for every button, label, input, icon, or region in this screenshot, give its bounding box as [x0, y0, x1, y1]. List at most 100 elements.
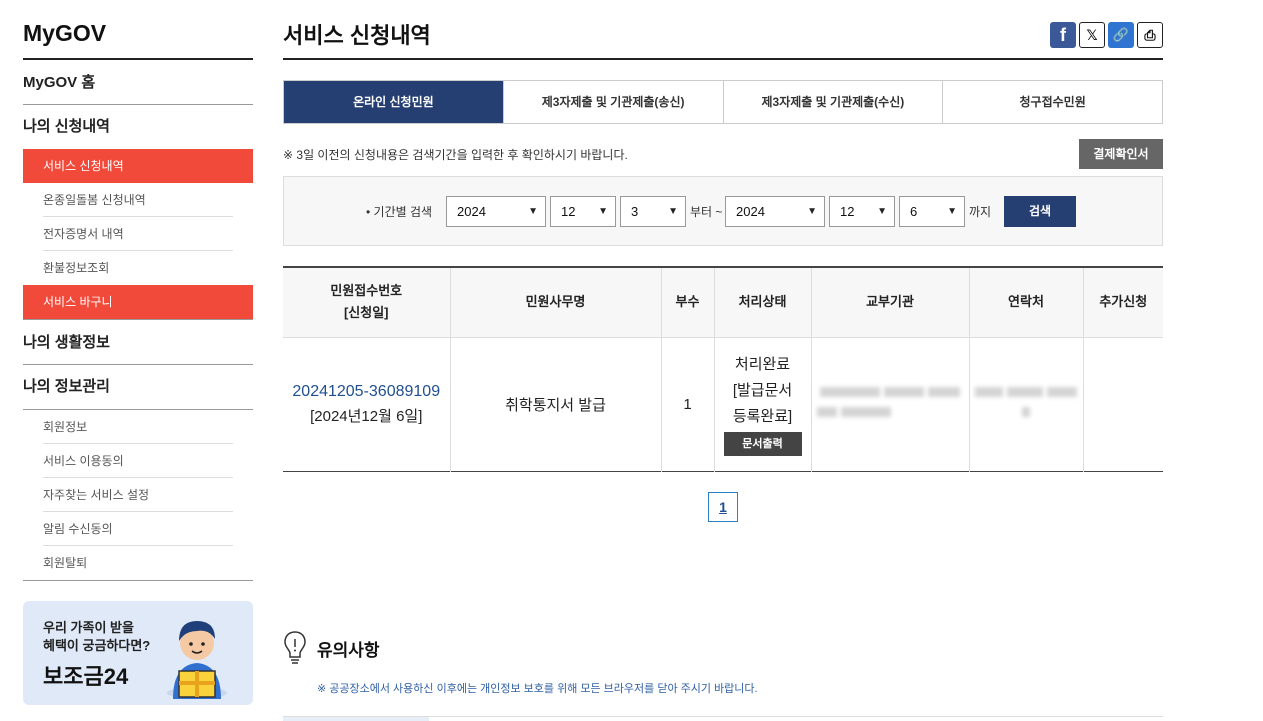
redacted-text [1047, 387, 1077, 397]
tab-third-party-receive[interactable]: 제3자제출 및 기관제출(수신) [722, 81, 943, 123]
cell-extra [1082, 336, 1163, 471]
page-title: 서비스 신청내역 [283, 0, 1163, 60]
tab-online-application[interactable]: 온라인 신청민원 [284, 81, 503, 123]
sidebar-item-e-certificate[interactable]: 전자증명서 내역 [23, 217, 253, 251]
redacted-text [884, 387, 924, 397]
status-line2: [발급문서 [732, 382, 793, 399]
chevron-down-icon: ▼ [598, 206, 608, 217]
main-content: 서비스 신청내역 f 𝕏 🔗 ⎙ 온라인 신청민원 제3자제출 및 기관제출(송… [283, 0, 1163, 721]
redacted-text [975, 387, 1003, 397]
application-table: 민원접수번호 [신청일] 민원사무명 부수 처리상태 교부기관 연락처 추가신청 … [283, 266, 1163, 472]
to-year-select[interactable]: 2024 ▼ [725, 196, 825, 227]
sidebar-apply-group: 서비스 신청내역 온종일돌봄 신청내역 전자증명서 내역 환불정보조회 서비스 … [23, 149, 253, 320]
to-year-value: 2024 [736, 204, 765, 219]
search-button[interactable]: 검색 [1004, 196, 1076, 227]
bottom-section-divider [283, 716, 1163, 721]
sidebar-item-member-info[interactable]: 회원정보 [23, 410, 253, 444]
sidebar-item-service-consent[interactable]: 서비스 이용동의 [23, 444, 253, 478]
sidebar-item-notification-consent[interactable]: 알림 수신동의 [23, 512, 253, 546]
cell-receipt: 20241205-36089109 [2024년12월 6일] [283, 336, 450, 471]
redacted-text [817, 407, 837, 417]
sidebar-item-service-basket[interactable]: 서비스 바구니 [23, 285, 253, 319]
tab-claim-receipt[interactable]: 청구접수민원 [942, 81, 1162, 123]
status-line1: 처리완료 [734, 356, 791, 373]
sidebar-item-care-history[interactable]: 온종일돌봄 신청내역 [23, 183, 253, 217]
cell-agency-redacted [810, 336, 969, 471]
page-number-current[interactable]: 1 [708, 491, 738, 522]
receipt-number-link[interactable]: 20241205-36089109 [283, 383, 450, 401]
payment-confirmation-button[interactable]: 결제확인서 [1079, 139, 1163, 169]
sidebar-section-info[interactable]: 나의 정보관리 [23, 365, 253, 409]
sidebar-item-withdraw[interactable]: 회원탈퇴 [23, 546, 253, 580]
col-name: 민원사무명 [449, 267, 661, 337]
x-share-icon[interactable]: 𝕏 [1079, 22, 1105, 48]
tab-third-party-send[interactable]: 제3자제출 및 기관제출(송신) [502, 81, 723, 123]
caution-title: 유의사항 [317, 640, 380, 660]
to-day-value: 6 [910, 204, 918, 219]
sidebar-item-home[interactable]: MyGOV 홈 [23, 60, 253, 105]
receipt-date: [2024년12월 6일] [310, 407, 423, 425]
to-day-select[interactable]: 6 ▼ [899, 196, 965, 227]
chevron-down-icon: ▼ [668, 206, 678, 217]
from-day-value: 3 [631, 204, 639, 219]
cell-name: 취학통지서 발급 [449, 336, 661, 471]
sidebar-section-apply[interactable]: 나의 신청내역 [23, 105, 253, 149]
caution-heading: 유의사항 [283, 630, 380, 666]
banner-text: 우리 가족이 받을 혜택이 궁금하다면? [43, 619, 150, 655]
to-month-value: 12 [840, 204, 855, 219]
table-header-row: 민원접수번호 [신청일] 민원사무명 부수 처리상태 교부기관 연락처 추가신청 [283, 267, 1163, 337]
cell-status: 처리완료 [발급문서 등록완료] 문서출력 [713, 336, 811, 471]
chevron-down-icon: ▼ [947, 206, 957, 217]
copy-link-icon[interactable]: 🔗 [1108, 22, 1134, 48]
lightbulb-icon [284, 631, 306, 664]
period-search-label-text: 기간별 검색 [373, 205, 433, 219]
banner-line1: 우리 가족이 받을 [43, 620, 134, 635]
bottom-tab-stub [283, 717, 429, 721]
status-text: 처리완료 [발급문서 등록완료] [715, 352, 811, 430]
period-search-label: • 기간별 검색 [366, 205, 433, 219]
print-icon[interactable]: ⎙ [1137, 22, 1163, 48]
col-agency: 교부기관 [810, 267, 969, 337]
cell-copies: 1 [660, 336, 714, 471]
sidebar-item-service-history[interactable]: 서비스 신청내역 [23, 149, 253, 183]
from-text: 부터 ~ [690, 205, 723, 219]
notice-row: ※ 3일 이전의 신청내용은 검색기간을 입력한 후 확인하시기 바랍니다. 결… [283, 124, 1163, 176]
sidebar: MyGOV MyGOV 홈 나의 신청내역 서비스 신청내역 온종일돌봄 신청내… [23, 0, 253, 705]
chevron-down-icon: ▼ [877, 206, 887, 217]
col-receipt-no-line2: [신청일] [343, 305, 389, 321]
to-month-select[interactable]: 12 ▼ [829, 196, 895, 227]
share-toolbar: f 𝕏 🔗 ⎙ [1050, 22, 1163, 48]
to-text: 까지 [969, 205, 992, 219]
sidebar-item-favorite-services[interactable]: 자주찾는 서비스 설정 [23, 478, 253, 512]
banner-brand: 보조금24 [43, 664, 129, 689]
subsidy24-banner[interactable]: 우리 가족이 받을 혜택이 궁금하다면? 보조금24 [23, 601, 253, 705]
banner-line2: 혜택이 궁금하다면? [43, 638, 151, 653]
redacted-text [841, 407, 891, 417]
chevron-down-icon: ▼ [807, 206, 817, 217]
sidebar-item-refund[interactable]: 환불정보조회 [23, 251, 253, 285]
sidebar-info-group: 회원정보 서비스 이용동의 자주찾는 서비스 설정 알림 수신동의 회원탈퇴 [23, 409, 253, 581]
redacted-text [1007, 387, 1043, 397]
chevron-down-icon: ▼ [528, 206, 538, 217]
col-extra: 추가신청 [1082, 267, 1163, 337]
period-search-box: • 기간별 검색 2024 ▼ 12 ▼ 3 ▼ 부터 ~ 2024 ▼ 12 ▼ 6 ▼ … [283, 176, 1163, 246]
from-year-value: 2024 [457, 204, 486, 219]
sidebar-section-life[interactable]: 나의 생활정보 [23, 320, 253, 365]
sidebar-title[interactable]: MyGOV [23, 0, 253, 60]
cell-contact-redacted [968, 336, 1083, 471]
col-copies: 부수 [660, 267, 714, 337]
redacted-text [928, 387, 960, 397]
from-day-select[interactable]: 3 ▼ [620, 196, 686, 227]
print-document-button[interactable]: 문서출력 [723, 432, 802, 456]
caution-text: ※ 공공장소에서 사용하신 이후에는 개인정보 보호를 위해 모든 브라우저를 … [317, 683, 758, 695]
pagination: 1 [283, 491, 1163, 522]
from-month-select[interactable]: 12 ▼ [550, 196, 616, 227]
col-status: 처리상태 [713, 267, 811, 337]
character-with-gift-icon [167, 621, 227, 699]
facebook-share-icon[interactable]: f [1050, 22, 1076, 48]
search-notice: ※ 3일 이전의 신청내용은 검색기간을 입력한 후 확인하시기 바랍니다. [283, 148, 628, 162]
col-receipt-no-line1: 민원접수번호 [330, 283, 403, 299]
from-year-select[interactable]: 2024 ▼ [446, 196, 546, 227]
from-month-value: 12 [561, 204, 576, 219]
col-receipt-no: 민원접수번호 [신청일] [283, 267, 450, 337]
